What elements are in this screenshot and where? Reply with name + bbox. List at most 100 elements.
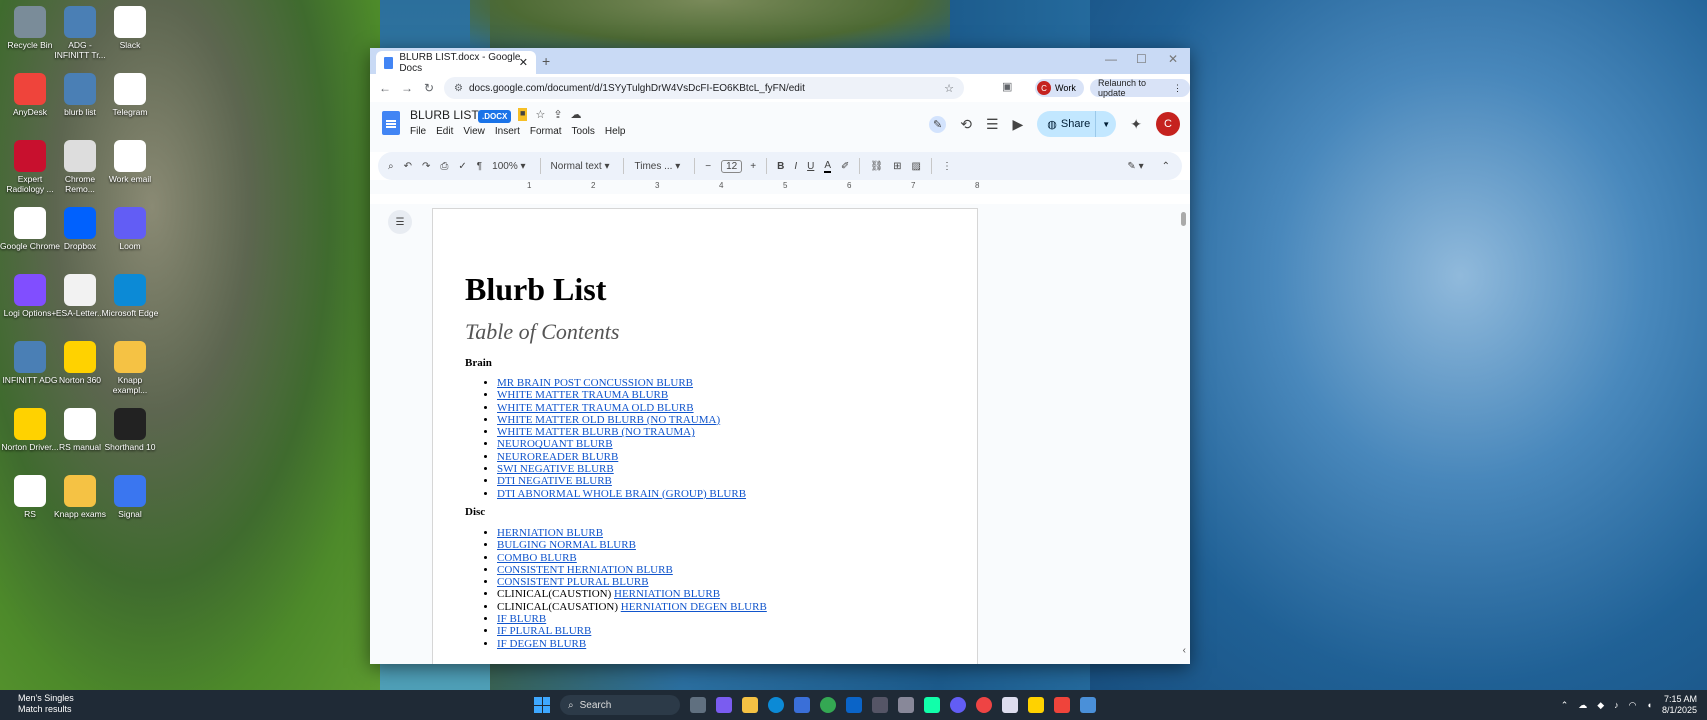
forward-icon[interactable]: → bbox=[396, 81, 418, 95]
italic-button[interactable]: I bbox=[794, 161, 797, 172]
toc-link[interactable]: MR BRAIN POST CONCUSSION BLURB bbox=[497, 377, 693, 389]
desktop-icon[interactable]: Shorthand 10 bbox=[100, 408, 160, 452]
print-icon[interactable]: ⎙ bbox=[440, 161, 448, 172]
redo-icon[interactable]: ↷ bbox=[422, 161, 430, 172]
copilot-icon[interactable] bbox=[716, 697, 732, 713]
toc-link[interactable]: SWI NEGATIVE BLURB bbox=[497, 463, 614, 475]
star-icon[interactable]: ☆ bbox=[535, 108, 545, 121]
share-button[interactable]: ◍ Share ▼ bbox=[1037, 111, 1117, 137]
link-icon[interactable]: ⛓ bbox=[870, 161, 883, 172]
toc-link[interactable]: DTI NEGATIVE BLURB bbox=[497, 475, 612, 487]
slack-taskbar-icon[interactable] bbox=[1002, 697, 1018, 713]
minimize-icon[interactable]: — bbox=[1105, 52, 1117, 66]
menu-edit[interactable]: Edit bbox=[436, 126, 453, 137]
user-avatar[interactable]: C bbox=[1156, 112, 1180, 136]
undo-icon[interactable]: ↶ bbox=[404, 161, 412, 172]
desktop-icon[interactable]: Signal bbox=[100, 475, 160, 519]
ruler[interactable]: 1 2 3 4 5 6 7 8 bbox=[370, 180, 1190, 194]
onedrive-icon[interactable]: ☁ bbox=[1578, 700, 1587, 711]
toc-link[interactable]: HERNIATION DEGEN BLURB bbox=[621, 601, 767, 613]
font-size-input[interactable]: 12 bbox=[721, 159, 743, 173]
menu-tools[interactable]: Tools bbox=[572, 126, 595, 137]
toc-link[interactable]: HERNIATION BLURB bbox=[614, 588, 720, 600]
desktop-icon[interactable]: Loom bbox=[100, 207, 160, 251]
chrome-taskbar-icon[interactable] bbox=[820, 697, 836, 713]
toc-link[interactable]: WHITE MATTER OLD BLURB (NO TRAUMA) bbox=[497, 414, 720, 426]
new-tab-icon[interactable]: + bbox=[542, 53, 550, 69]
gemini-icon[interactable]: ✦ bbox=[1130, 116, 1142, 133]
outlook-icon[interactable] bbox=[846, 697, 862, 713]
underline-button[interactable]: U bbox=[807, 161, 814, 172]
app-icon[interactable] bbox=[898, 697, 914, 713]
more-options-icon[interactable]: ⋮ bbox=[942, 161, 952, 172]
font-select[interactable]: Times ... ▾ bbox=[634, 161, 680, 172]
address-bar[interactable]: ⚙ docs.google.com/document/d/1SYyTulghDr… bbox=[444, 77, 964, 99]
docs-logo-icon[interactable] bbox=[382, 111, 400, 135]
cloud-status-icon[interactable]: ☁ bbox=[571, 108, 582, 121]
toc-link[interactable]: CONSISTENT PLURAL BLURB bbox=[497, 576, 649, 588]
tab-search-icon[interactable]: ▣ bbox=[1002, 80, 1012, 93]
doc-title[interactable]: BLURB LIST bbox=[410, 108, 479, 122]
style-select[interactable]: Normal text ▾ bbox=[551, 161, 610, 172]
highlight-icon[interactable]: ✐ bbox=[841, 161, 849, 172]
desktop-icon[interactable]: Telegram bbox=[100, 73, 160, 117]
more-menu-icon[interactable]: ⋮ bbox=[1173, 83, 1182, 94]
bold-button[interactable]: B bbox=[777, 161, 784, 172]
insert-image-icon[interactable]: ▨ bbox=[911, 161, 920, 172]
start-button[interactable] bbox=[534, 697, 550, 713]
mic-icon[interactable]: ♪ bbox=[1614, 700, 1619, 710]
add-comment-icon[interactable]: ⊞ bbox=[893, 161, 901, 172]
profile-chip[interactable]: C Work bbox=[1035, 79, 1084, 97]
toc-link[interactable]: WHITE MATTER TRAUMA OLD BLURB bbox=[497, 402, 694, 414]
anydesk-taskbar-icon[interactable] bbox=[1054, 697, 1070, 713]
volume-icon[interactable]: ◖ bbox=[1647, 700, 1652, 710]
bookmark-star-icon[interactable]: ☆ bbox=[944, 82, 954, 95]
toc-link[interactable]: NEUROQUANT BLURB bbox=[497, 438, 613, 450]
toc-link[interactable]: NEUROREADER BLURB bbox=[497, 451, 618, 463]
desktop-icon[interactable]: Work email bbox=[100, 140, 160, 184]
wifi-icon[interactable]: ◠ bbox=[1629, 700, 1637, 711]
hide-menus-icon[interactable]: ⌃ bbox=[1162, 161, 1170, 172]
norton-taskbar-icon[interactable] bbox=[1028, 697, 1044, 713]
document-page[interactable]: Blurb List Table of Contents Brain MR BR… bbox=[432, 208, 978, 664]
scrollbar-thumb[interactable] bbox=[1181, 212, 1186, 226]
toc-link[interactable]: CONSISTENT HERNIATION BLURB bbox=[497, 564, 673, 576]
taskbar-search[interactable]: ⌕ Search bbox=[560, 695, 680, 715]
toc-link[interactable]: HERNIATION BLURB bbox=[497, 527, 603, 539]
desktop-icon[interactable]: Knapp exampl... bbox=[100, 341, 160, 395]
toc-link[interactable]: DTI ABNORMAL WHOLE BRAIN (GROUP) BLURB bbox=[497, 488, 746, 500]
loom-taskbar-icon[interactable] bbox=[950, 697, 966, 713]
news-widget[interactable]: Men's Singles Match results bbox=[18, 693, 74, 715]
comments-icon[interactable]: ☰ bbox=[986, 116, 999, 133]
toc-link[interactable]: IF DEGEN BLURB bbox=[497, 638, 586, 650]
toc-link[interactable]: WHITE MATTER TRAUMA BLURB bbox=[497, 389, 668, 401]
desktop-icon[interactable]: Microsoft Edge bbox=[100, 274, 160, 318]
tab-blurb-list[interactable]: BLURB LIST.docx - Google Docs ✕ bbox=[376, 51, 536, 74]
task-view-icon[interactable] bbox=[690, 697, 706, 713]
extension-icon[interactable]: ■ bbox=[518, 108, 528, 121]
toc-link[interactable]: COMBO BLURB bbox=[497, 552, 577, 564]
toc-link[interactable]: IF PLURAL BLURB bbox=[497, 625, 591, 637]
move-icon[interactable]: ⇪ bbox=[553, 108, 562, 121]
clock[interactable]: 7:15 AM 8/1/2025 bbox=[1662, 694, 1697, 716]
decrease-font-icon[interactable]: − bbox=[705, 161, 711, 172]
reload-icon[interactable]: ↻ bbox=[418, 81, 440, 95]
maximize-icon[interactable]: ☐ bbox=[1136, 52, 1147, 66]
share-dropdown-icon[interactable]: ▼ bbox=[1095, 111, 1116, 137]
close-tab-icon[interactable]: ✕ bbox=[519, 56, 528, 69]
app-blue-icon[interactable] bbox=[1080, 697, 1096, 713]
toc-link[interactable]: IF BLURB bbox=[497, 613, 546, 625]
increase-font-icon[interactable]: + bbox=[750, 161, 756, 172]
menu-help[interactable]: Help bbox=[605, 126, 626, 137]
close-window-icon[interactable]: ✕ bbox=[1168, 52, 1178, 66]
meet-icon[interactable]: ▶ bbox=[1013, 116, 1024, 133]
app-green-icon[interactable] bbox=[924, 697, 940, 713]
editing-mode-icon[interactable]: ✎ bbox=[929, 115, 947, 133]
calculator-icon[interactable] bbox=[872, 697, 888, 713]
edge-taskbar-icon[interactable] bbox=[768, 697, 784, 713]
menu-file[interactable]: File bbox=[410, 126, 426, 137]
chrome-profile-icon[interactable] bbox=[976, 697, 992, 713]
version-history-icon[interactable]: ⟲ bbox=[960, 116, 972, 133]
collapse-sidepanel-icon[interactable]: ‹ bbox=[1183, 645, 1186, 656]
search-menus-icon[interactable]: ⌕ bbox=[388, 161, 394, 172]
